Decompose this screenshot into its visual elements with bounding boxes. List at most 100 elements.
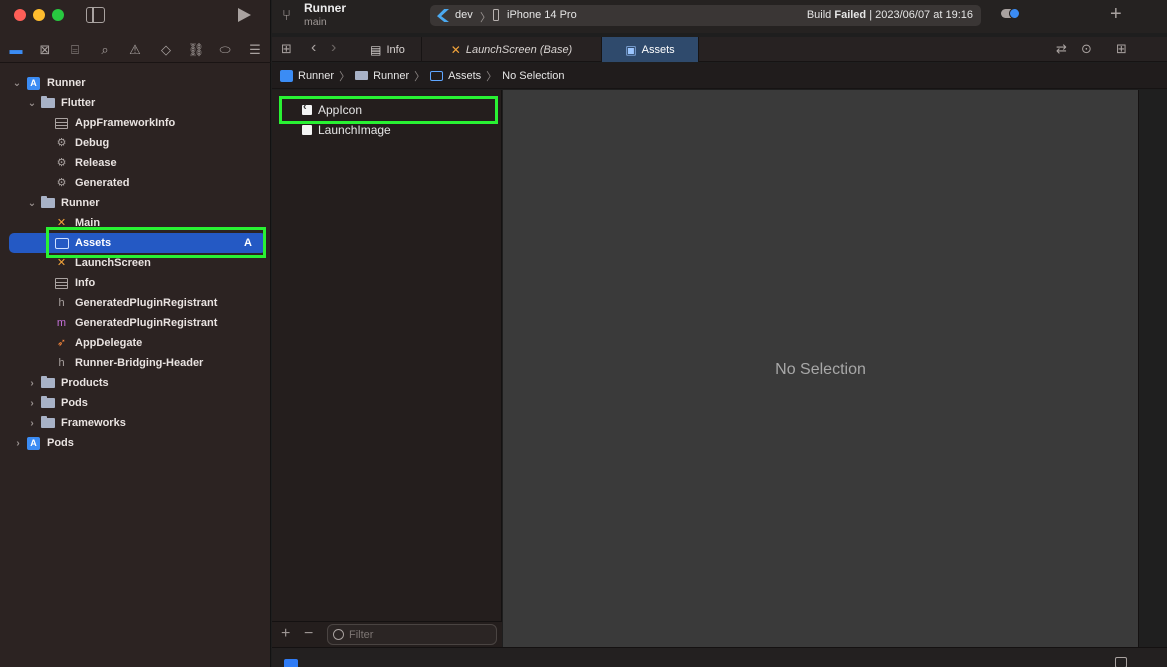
navigator-tabs: ▬ ⊠ ⌸ ⌕ ⚠ ◇ ⛓ ⬭ ☰	[0, 38, 271, 60]
breadcrumb: Runner 〉 Runner 〉 Assets 〉 No Selection	[272, 63, 1167, 89]
chevron-right-icon[interactable]: ›	[13, 438, 23, 449]
scheme-target[interactable]: dev	[455, 9, 473, 21]
iphone-icon	[493, 9, 499, 21]
project-name: Runner	[304, 1, 346, 15]
tree-item-label: Runner	[61, 197, 100, 209]
tree-item-frameworks[interactable]: › Frameworks	[0, 413, 271, 433]
tree-item-label: Pods	[61, 397, 88, 409]
asset-list-footer: + − Filter	[272, 621, 502, 647]
tab-info[interactable]: ▤ Info	[354, 37, 422, 62]
project-icon: A	[26, 76, 41, 90]
breadcrumb-label: Runner	[298, 69, 335, 82]
tree-item-label: Pods	[47, 437, 74, 449]
xcconfig-icon: ⚙	[56, 136, 67, 149]
chevron-down-icon[interactable]: ⌄	[12, 78, 22, 89]
filter-placeholder[interactable]: Filter	[349, 629, 373, 641]
split-editor-icon[interactable]: ⊞	[1116, 42, 1127, 55]
tree-item-debug[interactable]: ⚙ Debug	[0, 133, 271, 153]
more-options-icon[interactable]: ⊙	[1081, 42, 1092, 55]
build-status-time: | 2023/06/07 at 19:16	[866, 9, 973, 21]
scheme-selector[interactable]: dev 〉 iPhone 14 Pro Build Failed | 2023/…	[430, 5, 981, 26]
scheme-device[interactable]: iPhone 14 Pro	[507, 9, 577, 21]
add-library-button[interactable]: +	[1110, 4, 1122, 24]
zoom-window-button[interactable]	[52, 9, 64, 21]
tab-label: LaunchScreen (Base)	[465, 43, 573, 56]
tree-item-runner-project[interactable]: ⌄ A Runner	[0, 73, 271, 93]
tree-item-generatedpluginregistrant-m[interactable]: m GeneratedPluginRegistrant	[0, 313, 271, 333]
chevron-right-icon[interactable]: ›	[27, 378, 37, 389]
cloud-status-icon[interactable]	[1001, 8, 1020, 19]
divider	[0, 62, 271, 63]
debug-area-toggle-icon[interactable]	[1115, 657, 1127, 667]
tree-item-release[interactable]: ⚙ Release	[0, 153, 271, 173]
chevron-right-icon[interactable]: ›	[27, 398, 37, 409]
sidebar-toggle-icon[interactable]	[86, 7, 105, 23]
tree-item-pods-project[interactable]: › A Pods	[0, 433, 271, 453]
source-control-icon[interactable]: ⊠	[37, 41, 53, 57]
chevron-down-icon[interactable]: ⌄	[27, 98, 37, 109]
forward-chevron-icon[interactable]: ›	[331, 40, 336, 56]
tree-item-flutter-folder[interactable]: ⌄ Flutter	[0, 93, 271, 113]
plist-icon: ▤	[370, 42, 382, 57]
back-chevron-icon[interactable]: ‹	[311, 40, 316, 56]
tab-launchscreen[interactable]: ✕ LaunchScreen (Base)	[422, 37, 602, 62]
tree-item-runner-folder[interactable]: ⌄ Runner	[0, 193, 271, 213]
tree-item-products[interactable]: › Products	[0, 373, 271, 393]
tree-item-appdelegate[interactable]: ➶ AppDelegate	[0, 333, 271, 353]
highlight-box-appicon	[279, 96, 498, 124]
breadcrumb-label: Assets	[448, 69, 482, 82]
run-button[interactable]	[238, 8, 251, 22]
swift-icon: ➶	[56, 336, 67, 349]
issue-navigator-icon[interactable]: ⚠	[127, 41, 143, 57]
tree-item-label: Products	[61, 377, 109, 389]
tree-item-label: LaunchScreen	[75, 257, 151, 269]
chevron-right-icon[interactable]: ›	[27, 418, 37, 429]
tree-item-bridging-header[interactable]: h Runner-Bridging-Header	[0, 353, 271, 373]
tree-item-label: Generated	[75, 177, 130, 189]
minimize-window-button[interactable]	[33, 9, 45, 21]
symbol-navigator-icon[interactable]: ⌸	[67, 41, 83, 57]
test-navigator-icon[interactable]: ◇	[158, 41, 174, 57]
tab-assets[interactable]: ▣ Assets	[602, 37, 699, 62]
chevron-right-icon: 〉	[480, 12, 491, 24]
folder-icon	[40, 376, 55, 390]
chevron-down-icon[interactable]: ⌄	[27, 198, 37, 209]
tree-item-appframeworkinfo[interactable]: AppFrameworkInfo	[0, 113, 271, 133]
tree-item-label: Info	[75, 277, 96, 289]
add-asset-button[interactable]: +	[281, 626, 290, 642]
tree-item-label: Flutter	[61, 97, 96, 109]
inspector-gutter	[1138, 90, 1167, 647]
tree-item-generatedpluginregistrant-h[interactable]: h GeneratedPluginRegistrant	[0, 293, 271, 313]
refresh-swap-icon[interactable]: ⇄	[1056, 42, 1067, 55]
objc-m-icon: m	[56, 316, 67, 329]
tree-item-label: Assets	[75, 237, 112, 249]
tree-item-pods-folder[interactable]: › Pods	[0, 393, 271, 413]
asset-filter-field[interactable]: Filter	[327, 624, 497, 645]
xcconfig-icon: ⚙	[56, 176, 67, 189]
build-status-result: Failed	[834, 9, 867, 21]
breadcrumb-label: No Selection	[502, 69, 565, 82]
folder-icon	[40, 196, 55, 210]
tree-item-info[interactable]: Info	[0, 273, 271, 293]
tree-item-label: AppDelegate	[75, 337, 143, 349]
asset-label: LaunchImage	[318, 123, 391, 137]
tree-item-generated[interactable]: ⚙ Generated	[0, 173, 271, 193]
breadcrumb-item-assets[interactable]: Assets	[430, 70, 481, 82]
tree-item-label: AppFrameworkInfo	[75, 117, 176, 129]
breadcrumb-item-selection[interactable]: No Selection	[502, 70, 564, 82]
project-navigator-icon[interactable]: ▬	[8, 41, 24, 57]
storyboard-icon: ✕	[450, 42, 461, 57]
breadcrumb-item-project[interactable]: Runner	[280, 69, 335, 82]
debug-navigator-icon[interactable]: ⛓	[188, 41, 205, 57]
close-window-button[interactable]	[14, 9, 26, 21]
remove-asset-button[interactable]: −	[304, 626, 313, 642]
branch-name[interactable]: main	[304, 16, 327, 28]
related-items-icon[interactable]: ⊞	[281, 42, 292, 55]
xcconfig-icon: ⚙	[56, 156, 67, 169]
plist-icon	[54, 117, 69, 130]
breakpoint-navigator-icon[interactable]: ⬭	[217, 41, 233, 57]
search-icon[interactable]: ⌕	[97, 41, 113, 57]
breakpoint-toggle-icon[interactable]	[284, 659, 298, 667]
report-navigator-icon[interactable]: ☰	[247, 41, 263, 57]
breadcrumb-item-folder[interactable]: Runner	[355, 70, 409, 82]
